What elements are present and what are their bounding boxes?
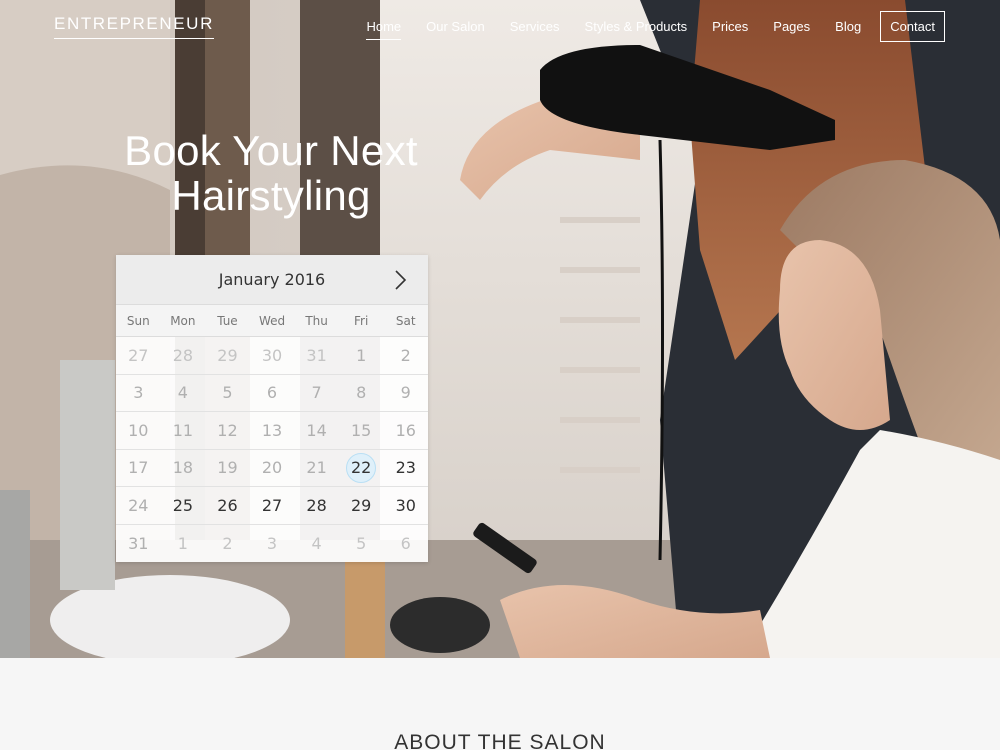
calendar-day-unavailable: 31 xyxy=(128,533,149,553)
calendar-day-past: 18 xyxy=(172,458,194,478)
calendar-day-past: 3 xyxy=(133,383,144,403)
calendar-day-past: 10 xyxy=(128,420,149,440)
chevron-right-icon[interactable] xyxy=(388,268,412,292)
calendar-day-other-month: 1 xyxy=(177,533,188,553)
calendar-day-past: 7 xyxy=(311,383,322,403)
calendar-day-past: 13 xyxy=(261,420,283,440)
calendar-day-past: 5 xyxy=(222,383,233,403)
nav-home[interactable]: Home xyxy=(366,12,401,41)
calendar-week: 24 25 26 27 28 29 30 xyxy=(116,487,428,525)
about-title: ABOUT THE SALON xyxy=(394,731,606,750)
calendar-day-other-month: 5 xyxy=(356,533,367,553)
calendar-day-past: 17 xyxy=(128,458,149,478)
calendar-day-today[interactable]: 22 xyxy=(339,450,384,487)
headline-line-2: Hairstyling xyxy=(171,172,371,219)
calendar-day-past: 9 xyxy=(400,383,411,403)
calendar-day-past: 6 xyxy=(266,383,278,403)
weekday-fri: Fri xyxy=(354,314,369,328)
headline-line-1: Book Your Next xyxy=(124,127,418,174)
calendar-day-available[interactable]: 29 xyxy=(339,487,384,524)
nav-services[interactable]: Services xyxy=(510,12,560,41)
about-section: ABOUT THE SALON xyxy=(0,658,1000,750)
calendar-day-other-month: 4 xyxy=(311,533,322,553)
calendar-day-unavailable: 24 xyxy=(128,495,149,515)
nav-our-salon[interactable]: Our Salon xyxy=(426,12,485,41)
calendar-day-past: 21 xyxy=(306,458,327,478)
calendar-day-past: 2 xyxy=(400,345,411,365)
calendar-day-past: 16 xyxy=(395,420,416,440)
hero-section: ENTREPRENEUR Home Our Salon Services Sty… xyxy=(0,0,1000,658)
calendar-day-other-month: 30 xyxy=(261,345,283,365)
calendar-day-past: 12 xyxy=(217,420,238,440)
calendar-day-past: 14 xyxy=(306,420,327,440)
weekday-tue: Tue xyxy=(217,314,238,328)
hero-headline: Book Your Next Hairstyling xyxy=(96,128,446,218)
calendar-day-other-month: 27 xyxy=(128,345,149,365)
calendar-day-available[interactable]: 27 xyxy=(250,487,295,524)
booking-calendar: January 2016 Sun Mon Tue Wed Thu Fri Sat… xyxy=(116,255,428,562)
today-label: 22 xyxy=(346,452,377,483)
calendar-day-available[interactable]: 25 xyxy=(161,487,206,524)
calendar-day-other-month: 31 xyxy=(306,345,327,365)
calendar-week: 3 4 5 6 7 8 9 xyxy=(116,375,428,412)
nav-styles-products[interactable]: Styles & Products xyxy=(585,12,688,41)
calendar-day-available[interactable]: 28 xyxy=(294,487,339,524)
nav-prices[interactable]: Prices xyxy=(712,12,748,41)
weekday-wed: Wed xyxy=(258,314,286,328)
calendar-day-other-month: 3 xyxy=(266,533,278,553)
calendar-day-available[interactable]: 26 xyxy=(205,487,250,524)
calendar-weekdays: Sun Mon Tue Wed Thu Fri Sat xyxy=(116,305,428,337)
calendar-week: 17 18 19 20 21 22 23 xyxy=(116,450,428,487)
weekday-thu: Thu xyxy=(305,314,328,328)
calendar-day-other-month: 2 xyxy=(222,533,233,553)
calendar-week: 31 1 2 3 4 5 6 xyxy=(116,525,428,563)
calendar-week: 10 11 12 13 14 15 16 xyxy=(116,412,428,450)
site-logo[interactable]: ENTREPRENEUR xyxy=(54,14,214,39)
calendar-day-other-month: 28 xyxy=(172,345,194,365)
calendar-day-available[interactable]: 23 xyxy=(383,450,428,487)
calendar-header: January 2016 xyxy=(116,255,428,305)
nav-blog[interactable]: Blog xyxy=(835,12,861,41)
nav-contact-button[interactable]: Contact xyxy=(880,11,945,42)
main-nav: Home Our Salon Services Styles & Product… xyxy=(341,11,945,42)
calendar-week: 27 28 29 30 31 1 2 xyxy=(116,337,428,375)
calendar-day-other-month: 29 xyxy=(217,345,238,365)
nav-pages[interactable]: Pages xyxy=(773,12,810,41)
calendar-day-past: 15 xyxy=(351,420,372,440)
calendar-day-available[interactable]: 30 xyxy=(383,487,428,524)
calendar-day-past: 19 xyxy=(217,458,238,478)
weekday-sun: Sun xyxy=(126,314,150,328)
calendar-day-past: 11 xyxy=(172,420,194,440)
calendar-day-past: 1 xyxy=(356,345,367,365)
calendar-day-past: 8 xyxy=(356,383,367,403)
calendar-month-label: January 2016 xyxy=(218,270,326,289)
calendar-day-past: 20 xyxy=(261,458,283,478)
calendar-day-other-month: 6 xyxy=(400,533,411,553)
weekday-sat: Sat xyxy=(395,314,416,328)
weekday-mon: Mon xyxy=(170,314,196,328)
calendar-day-past: 4 xyxy=(177,383,188,403)
